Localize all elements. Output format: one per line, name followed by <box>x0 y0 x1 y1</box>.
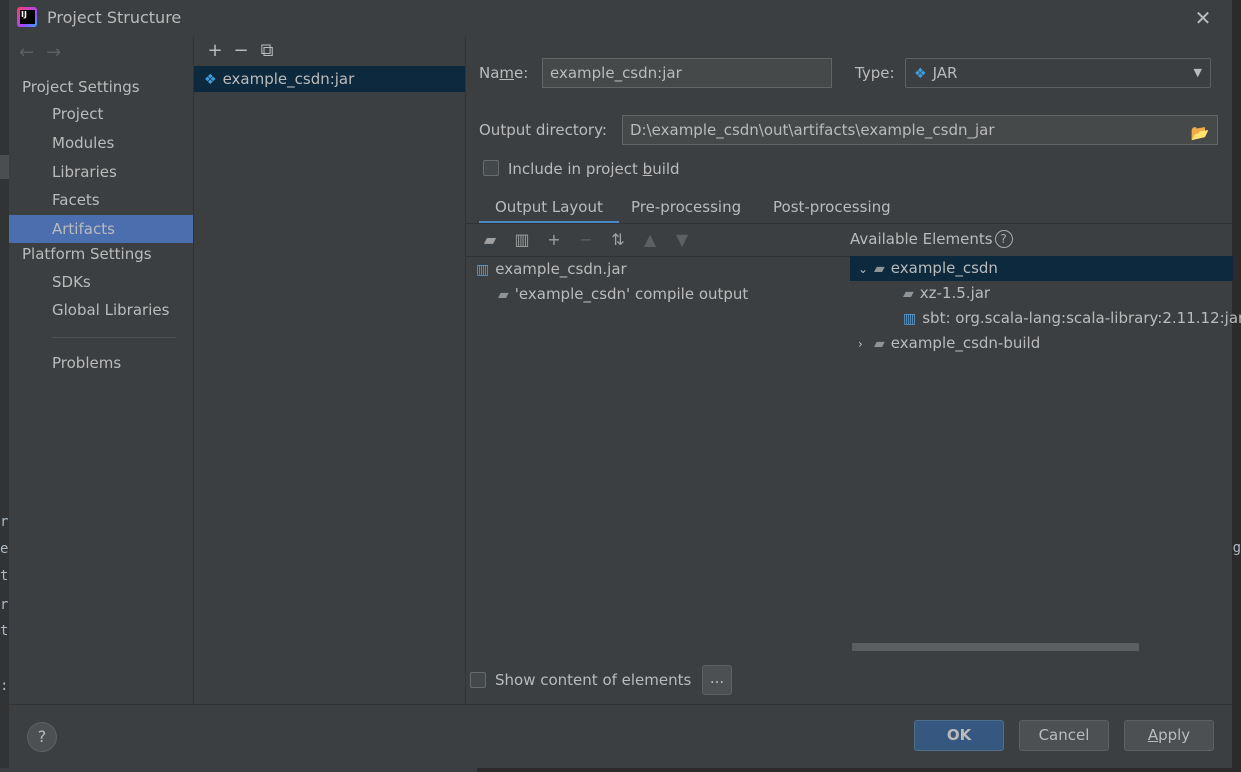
output-layout-toolbar: ▰ ▥ + − ⇅ ▲ ▼ <box>474 230 698 252</box>
background-code-glyph: r <box>0 514 9 530</box>
browse-folder-icon[interactable]: 📂 <box>1189 119 1211 142</box>
module-output-icon: ▰ <box>498 287 509 303</box>
nav-item-modules[interactable]: Modules <box>9 129 193 157</box>
output-directory-label: Output directory: <box>479 121 607 139</box>
module-folder-icon: ▰ <box>874 336 885 352</box>
nav-item-problems[interactable]: Problems <box>9 349 193 377</box>
history-navigation: ← → <box>19 42 73 63</box>
type-dropdown[interactable]: ❖ JAR ▼ <box>905 58 1211 88</box>
background-code-glyph: r <box>0 597 9 613</box>
background-code-glyph: : <box>0 678 9 694</box>
tree-item-label: xz-1.5.jar <box>919 284 991 302</box>
settings-navigation: ← → Project Settings Project Modules Libr… <box>9 36 193 704</box>
available-elements-title: Available Elements? <box>850 230 1013 248</box>
available-elements-panel: Available Elements? ⌄ ▰ example_csdn ▰ xz-1… <box>850 224 1241 654</box>
tree-item-label: example_csdn-build <box>890 334 1041 352</box>
help-button[interactable]: ? <box>27 722 57 752</box>
tab-output-layout[interactable]: Output Layout <box>479 194 619 224</box>
artifact-item-label: example_csdn:jar <box>222 70 355 88</box>
background-tab-strip <box>0 155 9 179</box>
dialog-footer: ? OK Cancel Apply <box>9 704 1232 768</box>
jar-artifact-icon: ❖ <box>204 72 217 88</box>
background-code-glyph: g <box>1232 540 1241 556</box>
platform-settings-heading: Platform Settings <box>22 245 152 263</box>
forward-arrow-icon[interactable]: → <box>46 42 61 63</box>
name-label: Name: <box>479 64 529 82</box>
tree-item-example-csdn[interactable]: ⌄ ▰ example_csdn <box>858 256 998 281</box>
close-icon[interactable]: ✕ <box>1191 6 1215 30</box>
background-status-strip <box>0 768 1241 772</box>
tree-item-label: sbt: org.scala-lang:scala-library:2.11.1… <box>922 309 1241 327</box>
artifact-editor: Name: example_csdn:jar Type: ❖ JAR ▼ Outp… <box>465 36 1241 704</box>
type-value: JAR <box>932 64 958 82</box>
jar-icon: ▥ <box>476 262 490 278</box>
artifact-item[interactable]: ❖ example_csdn:jar <box>194 66 465 92</box>
jar-artifact-icon: ❖ <box>914 66 927 82</box>
output-directory-field[interactable]: D:\example_csdn\out\artifacts\example_cs… <box>622 115 1218 145</box>
module-folder-icon: ▰ <box>874 261 885 277</box>
cancel-button[interactable]: Cancel <box>1019 720 1109 751</box>
chevron-down-icon: ▼ <box>1193 66 1202 79</box>
show-content-label: Show content of elements <box>495 671 692 689</box>
help-icon[interactable]: ? <box>994 230 1013 248</box>
background-code-glyph: e <box>0 541 9 557</box>
tree-item-jar[interactable]: ▥ example_csdn.jar <box>476 257 627 282</box>
add-icon[interactable]: + <box>202 40 228 61</box>
title-bar: Project Structure ✕ <box>9 0 1232 36</box>
intellij-logo-icon <box>17 7 37 27</box>
include-in-build-checkbox[interactable] <box>483 160 499 176</box>
nav-item-sdks[interactable]: SDKs <box>9 268 193 296</box>
copy-icon[interactable]: ⧉ <box>254 40 280 61</box>
show-content-options-button[interactable]: ... <box>702 665 732 695</box>
remove-icon[interactable]: − <box>570 230 602 249</box>
nav-item-artifacts[interactable]: Artifacts <box>9 215 193 243</box>
background-code-glyph: t <box>0 623 9 639</box>
add-copy-icon[interactable]: + <box>538 230 570 249</box>
tree-item-scala-library[interactable]: ▥ sbt: org.scala-lang:scala-library:2.11.… <box>903 306 1241 331</box>
apply-button[interactable]: Apply <box>1124 720 1214 751</box>
output-layout-panel: ▰ ▥ + − ⇅ ▲ ▼ ▥ example_csdn.jar ▰'example_csdn… <box>466 224 850 654</box>
tree-item-example-csdn-build[interactable]: › ▰ example_csdn-build <box>858 331 1040 356</box>
artifacts-toolbar: + − ⧉ <box>202 40 280 62</box>
nav-item-global-libraries[interactable]: Global Libraries <box>9 296 193 324</box>
move-up-icon[interactable]: ▲ <box>634 230 666 249</box>
nav-separator <box>52 337 176 338</box>
sort-icon[interactable]: ⇅ <box>602 230 634 249</box>
chevron-right-icon[interactable]: › <box>858 332 874 357</box>
tab-post-processing[interactable]: Post-processing <box>757 194 907 224</box>
background-editor-right: g <box>1232 0 1241 772</box>
folder-icon: ▰ <box>903 286 914 302</box>
project-structure-dialog: Project Structure ✕ ←→ Project Settings … <box>9 0 1241 768</box>
remove-icon[interactable]: − <box>228 40 254 61</box>
show-content-checkbox[interactable] <box>470 672 486 688</box>
include-in-build-label: Include in project build <box>508 160 680 178</box>
name-field[interactable]: example_csdn:jar <box>542 58 832 88</box>
create-directory-icon[interactable]: ▰ <box>474 230 506 249</box>
artifacts-list-panel: + − ⧉ ❖ example_csdn:jar <box>193 36 465 704</box>
chevron-down-icon[interactable]: ⌄ <box>858 257 874 282</box>
tab-pre-processing[interactable]: Pre-processing <box>615 194 757 224</box>
ok-button[interactable]: OK <box>914 720 1004 751</box>
back-arrow-icon[interactable]: ← <box>19 42 34 63</box>
create-archive-icon[interactable]: ▥ <box>506 230 538 249</box>
horizontal-scrollbar[interactable] <box>852 643 1139 651</box>
nav-item-libraries[interactable]: Libraries <box>9 158 193 186</box>
tree-item-label: 'example_csdn' compile output <box>514 285 749 303</box>
output-directory-value: D:\example_csdn\out\artifacts\example_cs… <box>630 121 995 139</box>
tree-item-xz-jar[interactable]: ▰ xz-1.5.jar <box>903 281 990 306</box>
library-icon: ▥ <box>903 311 917 327</box>
move-down-icon[interactable]: ▼ <box>666 230 698 249</box>
tree-item-label: example_csdn <box>890 259 998 277</box>
nav-item-facets[interactable]: Facets <box>9 186 193 214</box>
type-label: Type: <box>855 64 895 82</box>
project-settings-heading: Project Settings <box>22 78 140 96</box>
nav-item-project[interactable]: Project <box>9 100 193 128</box>
background-editor-gutter: r e t r t : <box>0 0 9 772</box>
tree-item-compile-output[interactable]: ▰ 'example_csdn' compile output <box>498 282 748 307</box>
background-code-glyph: t <box>0 568 9 584</box>
tree-item-label: example_csdn.jar <box>495 260 627 278</box>
window-title: Project Structure <box>47 8 182 27</box>
